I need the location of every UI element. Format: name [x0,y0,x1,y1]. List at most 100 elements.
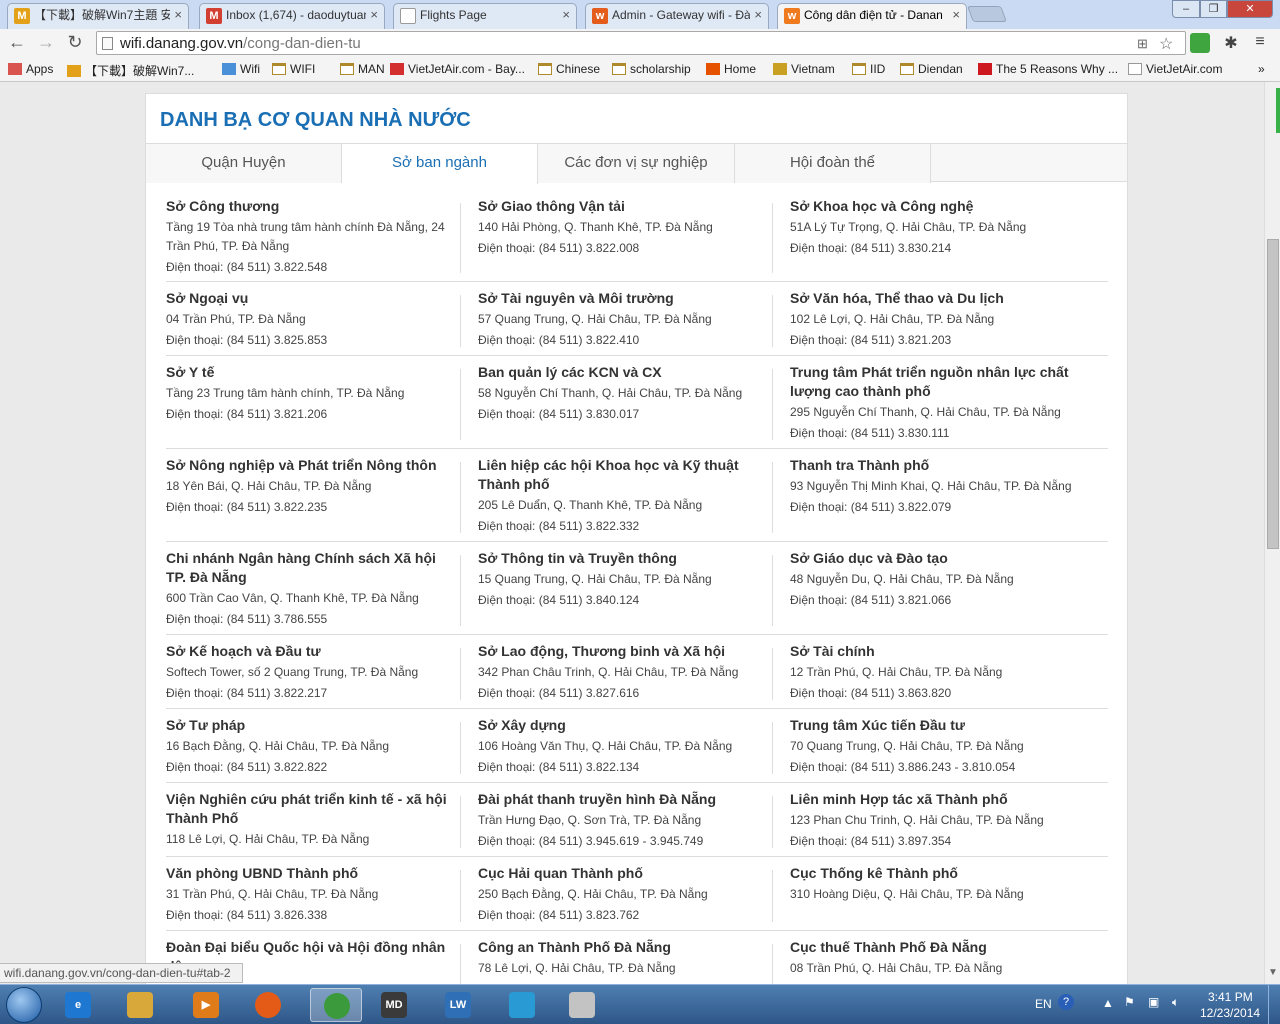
flag-icon[interactable]: ⚑ [1124,995,1135,1009]
agency-name[interactable]: Sở Tư pháp [166,716,456,735]
agency-name[interactable]: Sở Tài chính [790,642,1080,661]
agency-name[interactable]: Liên minh Hợp tác xã Thành phố [790,790,1080,809]
agency-name[interactable]: Sở Lao động, Thương binh và Xã hội [478,642,768,661]
agency-phone: Điện thoại: (84 511) 3.786.555 [166,612,328,626]
browser-tab[interactable]: w Công dân điện tử - Danan × [777,3,967,29]
tab-quan-huyen[interactable]: Quận Huyện [146,144,342,183]
minimize-button[interactable]: – [1172,0,1200,18]
scrollbar[interactable]: ▼ [1264,82,1280,984]
media-player-icon[interactable]: ▶ [180,988,232,1022]
bookmark-item[interactable]: Home [706,62,756,76]
agency-address: Tầng 19 Tòa nhà trung tâm hành chính Đà … [166,220,445,253]
forward-button[interactable]: → [34,32,58,53]
close-tab-icon[interactable]: × [754,4,762,26]
app-icon[interactable] [496,988,548,1022]
tab-so-ban-nganh[interactable]: Sở ban ngành [342,144,538,184]
close-tab-icon[interactable]: × [370,4,378,26]
start-button[interactable] [6,987,42,1023]
agency-name[interactable]: Văn phòng UBND Thành phố [166,864,456,883]
agency-name[interactable]: Sở Tài nguyên và Môi trường [478,289,768,308]
close-window-button[interactable]: ✕ [1227,0,1273,18]
agency-name[interactable]: Chi nhánh Ngân hàng Chính sách Xã hội TP… [166,549,456,587]
paint-icon[interactable] [556,988,608,1022]
agency-name[interactable]: Sở Nông nghiệp và Phát triển Nông thôn [166,456,456,475]
bookmark-item[interactable]: The 5 Reasons Why ... [978,62,1118,76]
clock-time[interactable]: 3:41 PM [1208,990,1253,1004]
agency-phone: Điện thoại: (84 511) 3.840.124 [478,593,640,607]
mdbg-icon[interactable]: MD BG [368,988,420,1022]
bookmark-item[interactable]: MAN [340,62,385,76]
bookmark-item[interactable]: scholarship [612,62,691,76]
bookmark-item[interactable]: Diendan [900,62,963,76]
url-text[interactable]: wifi.danang.gov.vn/cong-dan-dien-tu [120,35,361,52]
help-icon[interactable]: ? [1058,994,1074,1010]
agency-name[interactable]: Sở Giao thông Vận tải [478,197,768,216]
bookmarks-overflow-button[interactable]: » [1258,62,1265,76]
agency-name[interactable]: Sở Công thương [166,197,456,216]
bookmark-item[interactable]: IID [852,62,885,76]
browser-tab[interactable]: w Admin - Gateway wifi - Đà × [585,3,769,29]
extension-icon[interactable] [1190,33,1210,53]
bookmark-item[interactable]: WIFI [272,62,315,76]
agency-name[interactable]: Trung tâm Phát triển nguồn nhân lực chất… [790,363,1080,401]
agency-name[interactable]: Thanh tra Thành phố [790,456,1080,475]
agency-name[interactable]: Công an Thành Phố Đà Nẵng [478,938,768,957]
scrollbar-thumb[interactable] [1267,239,1279,549]
show-desktop-button[interactable] [1268,985,1280,1024]
agency-name[interactable]: Trung tâm Xúc tiến Đầu tư [790,716,1080,735]
agency-name[interactable]: Sở Xây dựng [478,716,768,735]
bookmark-item[interactable]: Chinese [538,62,600,76]
language-indicator[interactable]: EN [1035,997,1052,1011]
agency-name[interactable]: Cục Thống kê Thành phố [790,864,1080,883]
directory-entry: Sở Nông nghiệp và Phát triển Nông thôn 18… [166,456,456,519]
agency-name[interactable]: Sở Khoa học và Công nghệ [790,197,1080,216]
agency-name[interactable]: Sở Giáo dục và Đào tạo [790,549,1080,568]
agency-name[interactable]: Sở Thông tin và Truyền thông [478,549,768,568]
new-tab-button[interactable] [967,6,1007,22]
browser-tab[interactable]: M 【下載】破解Win7主題 安 × [7,3,189,29]
bookmark-item[interactable]: VietJetAir.com [1128,62,1222,76]
address-bar[interactable]: wifi.danang.gov.vn/cong-dan-dien-tu ⊞ ☆ [96,31,1186,55]
browser-tab[interactable]: M Inbox (1,674) - daoduytuan × [199,3,385,29]
agency-name[interactable]: Ban quản lý các KCN và CX [478,363,768,382]
bookmark-item[interactable]: Wifi [222,62,260,76]
clock-date[interactable]: 12/23/2014 [1200,1006,1260,1020]
leaf-icon [773,63,787,75]
translate-icon[interactable]: ⊞ [1137,36,1148,52]
maximize-button[interactable]: ❐ [1200,0,1227,18]
firefox-icon[interactable] [242,988,294,1022]
explorer-icon[interactable] [114,988,166,1022]
volume-icon[interactable]: 🔈︎ [1172,995,1179,1010]
bookmark-star-icon[interactable]: ☆ [1159,34,1173,54]
tab-don-vi-su-nghiep[interactable]: Các đơn vị sự nghiệp [538,144,735,183]
agency-name[interactable]: Sở Kế hoạch và Đầu tư [166,642,456,661]
bookmark-item[interactable]: 【下載】破解Win7... [67,62,194,79]
chrome-icon[interactable] [310,988,362,1022]
browser-tab[interactable]: Flights Page × [393,3,577,29]
bookmark-item[interactable]: Vietnam [773,62,835,76]
close-tab-icon[interactable]: × [562,4,570,26]
agency-name[interactable]: Sở Văn hóa, Thể thao và Du lịch [790,289,1080,308]
agency-name[interactable]: Viện Nghiên cứu phát triển kinh tế - xã … [166,790,456,828]
tab-hoi-doan-the[interactable]: Hội đoàn thể [735,144,931,183]
scroll-down-arrow[interactable]: ▼ [1265,967,1280,983]
close-tab-icon[interactable]: × [174,4,182,26]
bookmark-item[interactable]: VietJetAir.com - Bay... [390,62,525,76]
agency-name[interactable]: Liên hiệp các hội Khoa học và Kỹ thuật T… [478,456,768,494]
menu-icon[interactable]: ≡ [1250,33,1270,53]
reload-button[interactable]: ↻ [63,32,87,53]
tray-arrow-icon[interactable]: ▲ [1102,996,1114,1010]
lingoes-icon[interactable]: LW [432,988,484,1022]
agency-name[interactable]: Đài phát thanh truyền hình Đà Nẵng [478,790,768,809]
close-tab-icon[interactable]: × [952,4,960,26]
agency-name[interactable]: Cục thuế Thành Phố Đà Nẵng [790,938,1080,957]
bookmark-item[interactable]: Apps [8,62,53,76]
agency-name[interactable]: Sở Y tế [166,363,456,382]
extension-bug-icon[interactable]: ✱ [1221,33,1241,53]
agency-name[interactable]: Sở Ngoại vụ [166,289,456,308]
back-button[interactable]: ← [5,32,29,53]
agency-name[interactable]: Cục Hải quan Thành phố [478,864,768,883]
agency-address: 342 Phan Châu Trinh, Q. Hải Châu, TP. Đà… [478,665,739,679]
network-icon[interactable]: ▣ [1148,995,1159,1009]
internet-explorer-icon[interactable]: e [52,988,104,1022]
